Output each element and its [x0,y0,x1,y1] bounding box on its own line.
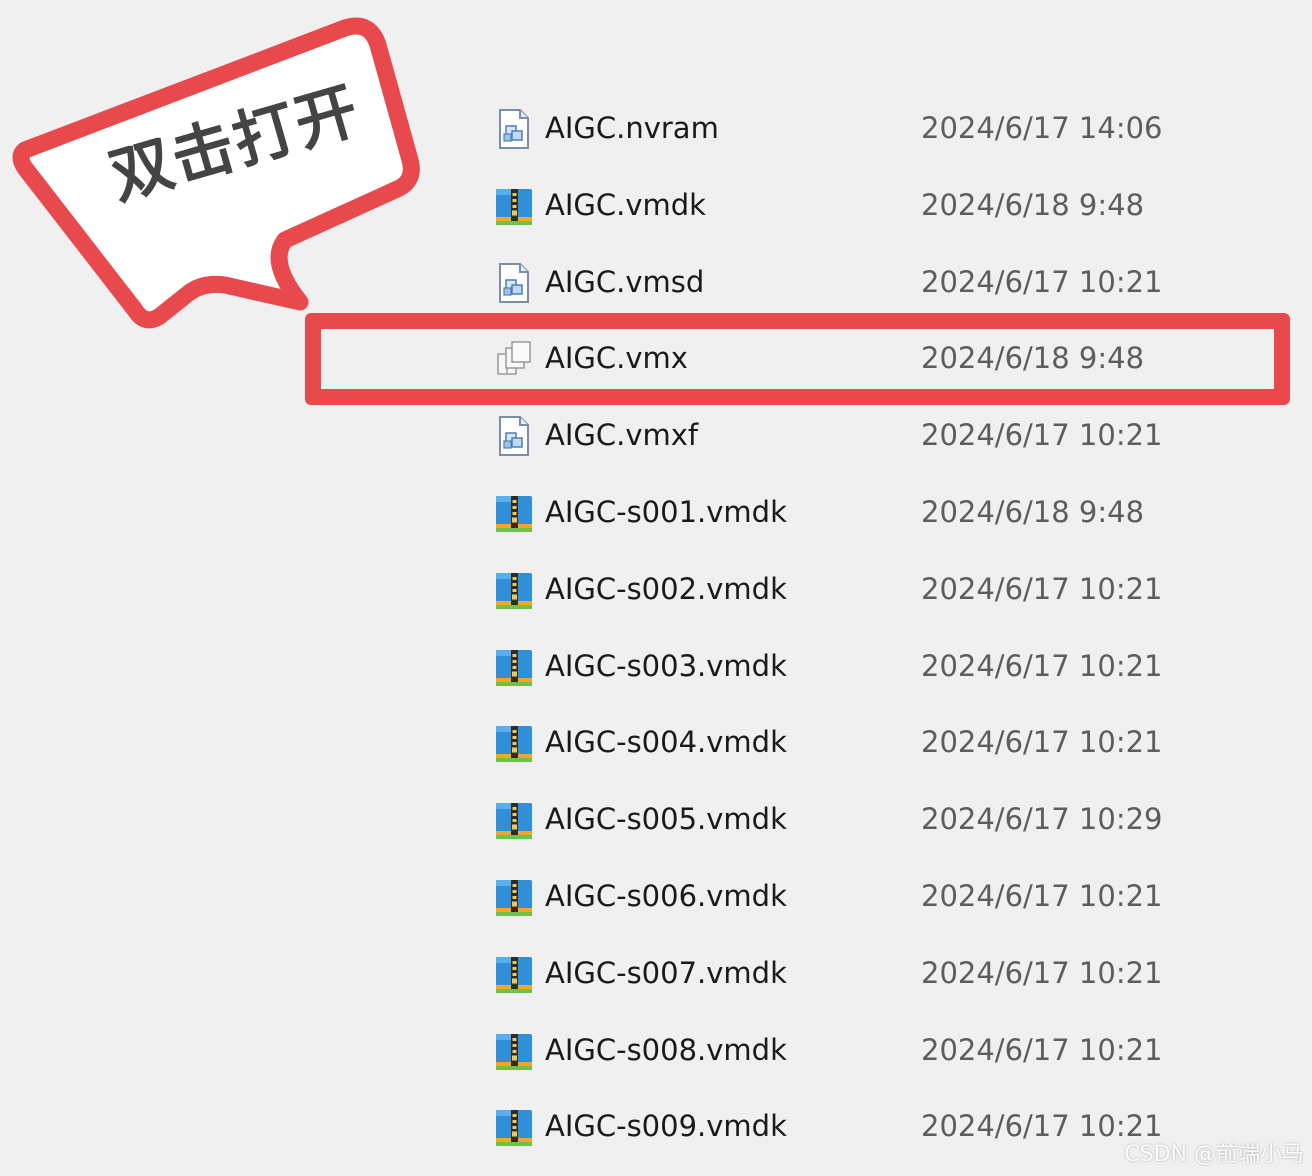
file-name: AIGC-s007.vmdk [545,955,787,990]
disk-archive-icon [494,876,534,918]
file-list: AIGC.nvram 2024/6/17 14:06 AIGC.vmdk 2024/… [0,90,1312,1165]
disk-archive-icon [494,492,534,534]
highlight-box [305,313,1290,405]
file-date-modified: 2024/6/17 10:21 [921,878,1163,913]
file-name: AIGC-s008.vmdk [545,1032,787,1067]
file-row[interactable]: AIGC-s001.vmdk 2024/6/18 9:48 [0,474,1312,551]
vm-document-icon [494,262,534,304]
file-name: AIGC-s009.vmdk [545,1109,787,1144]
file-name: AIGC-s004.vmdk [545,725,787,760]
file-date-modified: 2024/6/18 9:48 [921,494,1145,529]
file-name: AIGC.vmdk [545,187,706,222]
disk-archive-icon [494,722,534,764]
file-name: AIGC-s006.vmdk [545,878,787,913]
file-row[interactable]: AIGC.vmdk 2024/6/18 9:48 [0,167,1312,244]
watermark: CSDN @前端小马 [1124,1142,1304,1167]
file-row[interactable]: AIGC-s008.vmdk 2024/6/17 10:21 [0,1012,1312,1089]
file-name: AIGC-s002.vmdk [545,571,787,606]
file-date-modified: 2024/6/17 10:21 [921,418,1163,453]
disk-archive-icon [494,953,534,995]
file-date-modified: 2024/6/17 14:06 [921,111,1163,145]
file-row[interactable]: AIGC-s002.vmdk 2024/6/17 10:21 [0,551,1312,628]
vm-document-icon [494,415,534,457]
file-name: AIGC-s005.vmdk [545,802,787,837]
file-date-modified: 2024/6/17 10:21 [921,264,1163,299]
file-row[interactable]: AIGC-s004.vmdk 2024/6/17 10:21 [0,704,1312,781]
file-row[interactable]: AIGC-s006.vmdk 2024/6/17 10:21 [0,858,1312,935]
file-date-modified: 2024/6/17 10:21 [921,648,1163,683]
file-date-modified: 2024/6/17 10:29 [921,802,1163,837]
vm-document-icon [494,108,534,150]
file-date-modified: 2024/6/17 10:21 [921,571,1163,606]
file-name: AIGC-s003.vmdk [545,648,787,683]
file-date-modified: 2024/6/17 10:21 [921,955,1163,990]
disk-archive-icon [494,185,534,227]
file-name: AIGC.vmsd [545,264,705,299]
file-date-modified: 2024/6/17 10:21 [921,1032,1163,1067]
file-row[interactable]: AIGC.vmsd 2024/6/17 10:21 [0,244,1312,321]
file-row[interactable]: AIGC-s007.vmdk 2024/6/17 10:21 [0,935,1312,1012]
file-name: AIGC.vmxf [545,418,699,453]
file-name: AIGC.nvram [545,111,719,145]
file-row[interactable]: AIGC-s005.vmdk 2024/6/17 10:29 [0,781,1312,858]
file-row[interactable]: AIGC.vmxf 2024/6/17 10:21 [0,397,1312,474]
file-date-modified: 2024/6/18 9:48 [921,187,1145,222]
disk-archive-icon [494,1030,534,1072]
disk-archive-icon [494,1106,534,1148]
file-row[interactable]: AIGC-s003.vmdk 2024/6/17 10:21 [0,628,1312,705]
disk-archive-icon [494,569,534,611]
disk-archive-icon [494,646,534,688]
file-date-modified: 2024/6/17 10:21 [921,725,1163,760]
file-name: AIGC-s001.vmdk [545,494,787,529]
disk-archive-icon [494,799,534,841]
file-row[interactable]: AIGC.nvram 2024/6/17 14:06 [0,90,1312,167]
file-row[interactable]: AIGC-s009.vmdk 2024/6/17 10:21 [0,1088,1312,1165]
